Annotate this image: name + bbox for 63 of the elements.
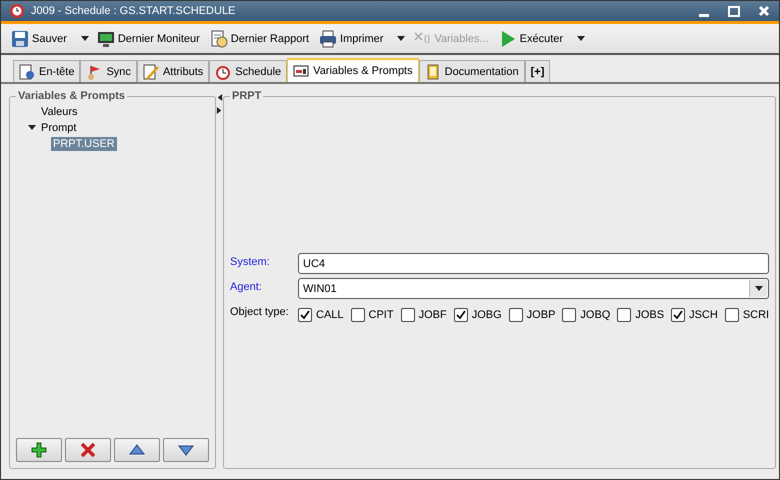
checkbox[interactable]: JOBS	[617, 308, 664, 322]
checkmark-icon	[456, 310, 466, 320]
field-label: Agent:	[230, 280, 263, 293]
toolbar-button[interactable]: Dernier Rapport	[208, 28, 312, 50]
edit-document-icon	[142, 64, 159, 80]
delete-button[interactable]	[65, 438, 111, 462]
add-button[interactable]	[16, 438, 62, 462]
tree-item[interactable]: PRPT.USER	[51, 137, 117, 151]
collapse-left-icon[interactable]	[216, 94, 223, 101]
checkbox[interactable]: SCRI	[724, 308, 770, 322]
maximize-icon	[728, 5, 740, 17]
close-icon	[758, 5, 770, 17]
flag-icon	[86, 64, 102, 80]
input-field[interactable]: UC4	[298, 253, 770, 274]
expand-right-icon[interactable]	[216, 107, 223, 114]
alarm-clock-icon	[215, 64, 232, 80]
tab[interactable]: Attributs	[136, 60, 210, 82]
printer-icon	[319, 30, 338, 48]
field-label: System:	[230, 255, 271, 268]
variables-window-icon	[293, 63, 310, 79]
close-button[interactable]	[757, 4, 771, 18]
checkmark-icon	[300, 310, 310, 320]
checkbox[interactable]: CPIT	[350, 308, 394, 322]
tab[interactable]: Documentation	[418, 60, 525, 82]
agent-dropdown[interactable]: WIN01	[298, 278, 770, 299]
field-label: Object type:	[230, 305, 290, 318]
book-icon	[424, 64, 441, 80]
down-button[interactable]	[163, 438, 209, 462]
toolbar-button[interactable]: Exécuter	[496, 28, 566, 50]
dropdown-caret-icon[interactable]	[749, 280, 768, 297]
checkbox[interactable]: JOBF	[400, 308, 447, 322]
dropdown-caret-icon[interactable]	[577, 34, 586, 42]
checkbox[interactable]: JOBP	[508, 308, 556, 322]
report-clock-icon	[210, 30, 228, 48]
toolbar-button[interactable]: Imprimer	[317, 28, 386, 50]
maximize-button[interactable]	[727, 4, 741, 18]
expand-triangle-icon[interactable]	[28, 124, 36, 132]
checkbox[interactable]: JOBQ	[562, 308, 610, 322]
checkbox[interactable]: JOBG	[454, 308, 502, 322]
document-info-icon	[19, 64, 35, 80]
checkmark-icon	[673, 310, 684, 320]
delete-icon	[80, 442, 96, 458]
tab[interactable]: Variables & Prompts	[287, 58, 419, 82]
dropdown-caret-icon[interactable]	[80, 34, 89, 42]
tab[interactable]: En-tête	[13, 60, 80, 82]
toolbar-button[interactable]: Dernier Moniteur	[94, 28, 202, 50]
tree-item[interactable]: Valeurs	[39, 105, 80, 119]
monitor-icon	[96, 30, 115, 48]
checkbox[interactable]: CALL	[298, 308, 344, 322]
dropdown-caret-icon[interactable]	[397, 34, 406, 42]
tab[interactable]: [+]	[524, 60, 550, 82]
toolbar-button[interactable]: Sauver	[9, 28, 69, 50]
tree-item[interactable]: Prompt	[39, 121, 78, 135]
checkbox[interactable]: JSCH	[671, 308, 718, 322]
tab[interactable]: Schedule	[209, 60, 288, 82]
window-title: J009 - Schedule : GS.START.SCHEDULE	[31, 5, 236, 17]
alarm-clock-icon	[9, 3, 25, 19]
tab[interactable]: Sync	[80, 60, 137, 82]
panel-title: Variables & Prompts	[17, 90, 126, 102]
panel-title: PRPT	[231, 90, 262, 102]
up-button[interactable]	[114, 438, 160, 462]
minimize-icon	[699, 14, 709, 16]
plus-icon	[31, 442, 47, 458]
